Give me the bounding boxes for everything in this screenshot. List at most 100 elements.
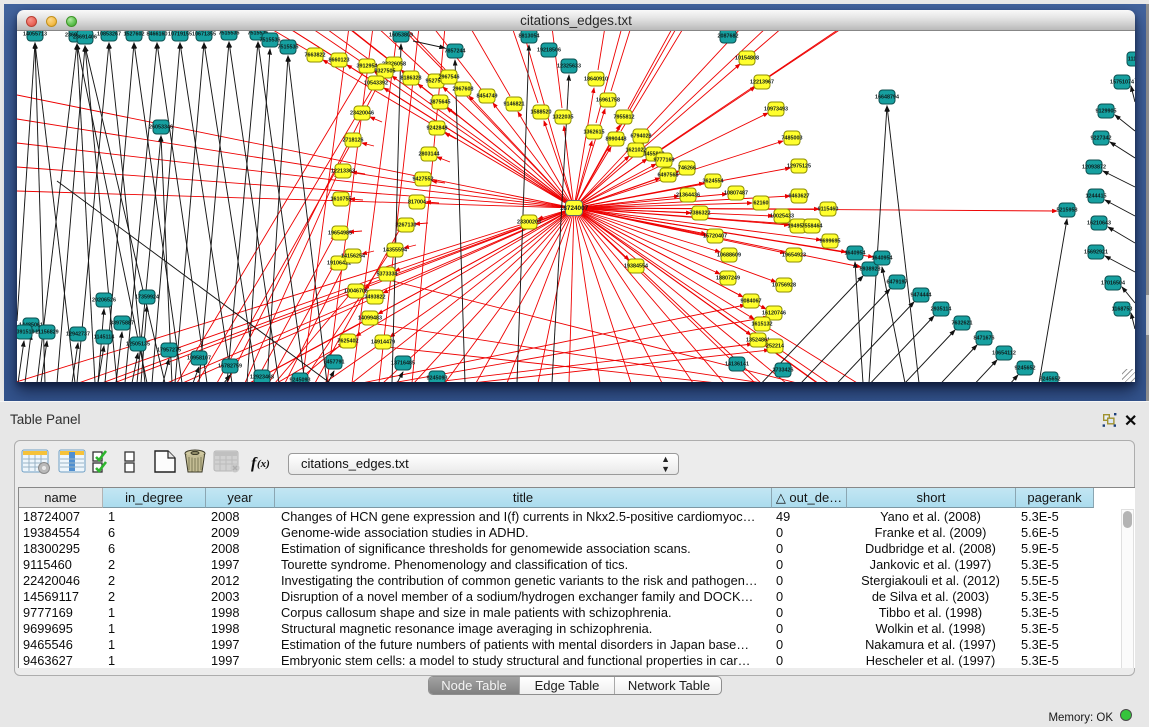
svg-text:7515536: 7515536 bbox=[219, 31, 240, 37]
svg-text:2935114: 2935114 bbox=[931, 307, 952, 313]
svg-text:15751074: 15751074 bbox=[1110, 80, 1134, 86]
svg-text:12325633: 12325633 bbox=[557, 64, 581, 70]
svg-text:9777169: 9777169 bbox=[654, 158, 675, 164]
svg-text:1527602: 1527602 bbox=[124, 32, 145, 38]
svg-text:2803144: 2803144 bbox=[419, 152, 440, 158]
svg-text:16782759: 16782759 bbox=[218, 364, 242, 370]
svg-text:14355594: 14355594 bbox=[383, 248, 407, 254]
svg-text:19218506: 19218506 bbox=[537, 48, 561, 54]
svg-text:1610755: 1610755 bbox=[331, 197, 352, 203]
svg-text:9227342: 9227342 bbox=[1091, 136, 1112, 142]
svg-text:9146821: 9146821 bbox=[504, 102, 525, 108]
svg-text:16120746: 16120746 bbox=[762, 311, 786, 317]
svg-text:9245652: 9245652 bbox=[1015, 366, 1036, 372]
svg-text:3875645: 3875645 bbox=[430, 100, 451, 106]
svg-text:2967546: 2967546 bbox=[439, 75, 460, 81]
svg-text:8466160: 8466160 bbox=[147, 32, 168, 38]
svg-text:15692921: 15692921 bbox=[1084, 250, 1108, 256]
svg-text:1615132: 1615132 bbox=[752, 322, 773, 328]
svg-text:12213363: 12213363 bbox=[331, 169, 355, 175]
svg-text:23300203: 23300203 bbox=[517, 220, 541, 226]
svg-text:9242848: 9242848 bbox=[427, 126, 448, 132]
svg-text:16648794: 16648794 bbox=[875, 95, 899, 101]
svg-text:14156254: 14156254 bbox=[341, 254, 365, 260]
svg-text:19654985: 19654985 bbox=[328, 231, 352, 237]
svg-text:9245093: 9245093 bbox=[427, 376, 448, 382]
svg-text:10688609: 10688609 bbox=[717, 253, 741, 259]
svg-text:12942737: 12942737 bbox=[66, 332, 90, 338]
svg-text:7515536: 7515536 bbox=[260, 38, 281, 44]
svg-text:1145114: 1145114 bbox=[94, 335, 114, 341]
svg-text:6794028: 6794028 bbox=[631, 134, 652, 140]
svg-text:11156829: 11156829 bbox=[35, 330, 58, 336]
svg-text:5215958: 5215958 bbox=[1057, 208, 1078, 214]
svg-text:17016504: 17016504 bbox=[1101, 281, 1125, 287]
svg-text:8186328: 8186328 bbox=[401, 76, 422, 82]
svg-text:5373334: 5373334 bbox=[377, 272, 398, 278]
svg-text:8471676: 8471676 bbox=[974, 336, 995, 342]
svg-text:10025433: 10025433 bbox=[770, 214, 794, 220]
svg-text:10543392: 10543392 bbox=[364, 81, 388, 87]
svg-text:19654923: 19654923 bbox=[782, 253, 806, 259]
svg-text:10154808: 10154808 bbox=[735, 56, 759, 62]
svg-text:10756928: 10756928 bbox=[772, 283, 796, 289]
svg-text:7625402: 7625402 bbox=[338, 339, 359, 345]
svg-text:16210643: 16210643 bbox=[1087, 221, 1111, 227]
svg-text:2967608: 2967608 bbox=[453, 87, 474, 93]
svg-text:18640910: 18640910 bbox=[584, 77, 608, 83]
svg-text:20206526: 20206526 bbox=[92, 298, 116, 304]
svg-text:6479197: 6479197 bbox=[887, 280, 908, 286]
svg-text:10719155: 10719155 bbox=[168, 32, 192, 38]
svg-text:9245652: 9245652 bbox=[1040, 377, 1061, 383]
svg-text:10807487: 10807487 bbox=[724, 191, 748, 197]
svg-text:10671355: 10671355 bbox=[192, 32, 216, 38]
svg-text:7485003: 7485003 bbox=[782, 136, 803, 142]
svg-text:817004: 817004 bbox=[408, 200, 426, 206]
svg-text:16961758: 16961758 bbox=[596, 98, 620, 104]
svg-text:3624554: 3624554 bbox=[703, 179, 724, 185]
svg-text:2087682: 2087682 bbox=[718, 34, 739, 40]
svg-text:12505135: 12505135 bbox=[126, 342, 150, 348]
svg-text:2718126: 2718126 bbox=[343, 138, 364, 144]
svg-text:10958107: 10958107 bbox=[187, 356, 211, 362]
svg-text:12093872: 12093872 bbox=[1082, 165, 1106, 171]
svg-text:1168753: 1168753 bbox=[1112, 307, 1133, 313]
svg-text:1640954: 1640954 bbox=[872, 256, 893, 262]
svg-text:10654112: 10654112 bbox=[992, 351, 1016, 357]
svg-text:62160: 62160 bbox=[754, 201, 769, 207]
svg-text:9474444: 9474444 bbox=[911, 293, 932, 299]
svg-text:1588520: 1588520 bbox=[531, 110, 552, 116]
svg-text:3493822: 3493822 bbox=[365, 295, 386, 301]
svg-text:21364436: 21364436 bbox=[676, 193, 700, 199]
svg-text:14136141: 14136141 bbox=[725, 362, 749, 368]
svg-text:26053346: 26053346 bbox=[149, 125, 173, 131]
svg-text:1391510: 1391510 bbox=[17, 330, 35, 336]
svg-text:14099483: 14099483 bbox=[358, 316, 382, 322]
svg-text:8660123: 8660123 bbox=[329, 58, 350, 64]
svg-text:17359924: 17359924 bbox=[135, 295, 159, 301]
svg-text:14055713: 14055713 bbox=[23, 32, 47, 38]
svg-text:15720407: 15720407 bbox=[703, 234, 727, 240]
svg-text:1244415: 1244415 bbox=[1086, 194, 1107, 200]
svg-text:23420046: 23420046 bbox=[350, 111, 374, 117]
svg-text:1322035: 1322035 bbox=[553, 115, 574, 121]
svg-text:12975125: 12975125 bbox=[787, 164, 811, 170]
svg-text:10853267: 10853267 bbox=[97, 32, 121, 38]
svg-text:18724007: 18724007 bbox=[560, 205, 589, 212]
svg-text:8454749: 8454749 bbox=[477, 94, 498, 100]
svg-text:19384554: 19384554 bbox=[624, 264, 648, 270]
svg-text:1640954: 1640954 bbox=[845, 251, 866, 257]
svg-text:(x): (x) bbox=[257, 458, 270, 470]
svg-text:7515536: 7515536 bbox=[278, 45, 299, 51]
svg-text:12923468: 12923468 bbox=[250, 375, 274, 381]
svg-text:9129905: 9129905 bbox=[1096, 109, 1117, 115]
svg-text:7632621: 7632621 bbox=[952, 321, 973, 327]
svg-text:746266: 746266 bbox=[678, 166, 696, 172]
svg-text:7857244: 7857244 bbox=[445, 49, 466, 55]
svg-text:9115460: 9115460 bbox=[818, 207, 839, 213]
svg-text:7558464: 7558464 bbox=[802, 224, 823, 230]
svg-text:9457791: 9457791 bbox=[324, 360, 345, 366]
svg-text:3267130: 3267130 bbox=[396, 223, 417, 229]
svg-text:11121: 11121 bbox=[1128, 57, 1135, 63]
svg-text:9084067: 9084067 bbox=[741, 299, 762, 305]
